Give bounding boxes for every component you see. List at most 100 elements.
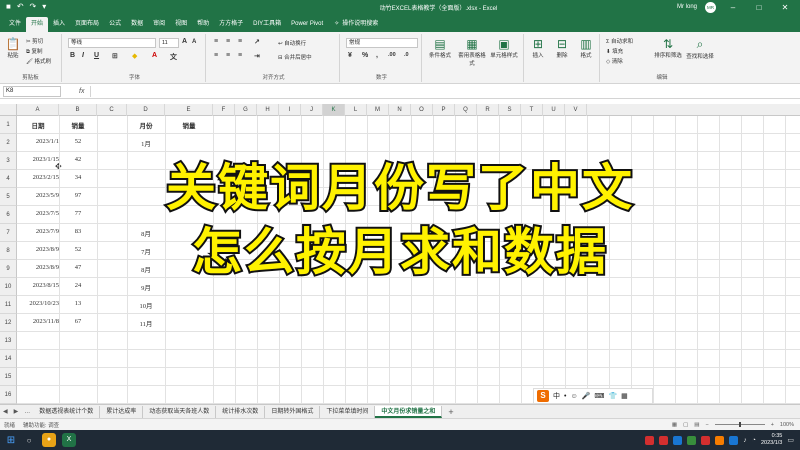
row-header-15[interactable]: 15 — [0, 368, 17, 386]
fx-icon[interactable]: fx — [79, 88, 84, 95]
find-select-button[interactable]: ⌕ 查找和选择 — [686, 37, 714, 60]
sogou-logo[interactable]: S — [537, 390, 549, 402]
clock[interactable]: 0:35 2023/1/3 — [761, 433, 782, 447]
font-color-icon[interactable]: A — [152, 52, 157, 59]
maximize-icon[interactable]: □ — [750, 3, 768, 12]
tab-formulas[interactable]: 公式 — [104, 17, 126, 32]
ime-language[interactable]: 中 — [553, 391, 560, 401]
prev-sheet-icon[interactable]: ◀ — [0, 408, 11, 415]
format-painter-button[interactable]: 🖌 格式刷 — [26, 57, 51, 65]
column-header-v[interactable]: V — [565, 104, 587, 116]
column-header-j[interactable]: J — [301, 104, 323, 116]
percent-icon[interactable]: % — [362, 52, 368, 59]
indent-icon[interactable]: ⇥ — [254, 52, 260, 60]
row-header-13[interactable]: 13 — [0, 332, 17, 350]
tab-page-layout[interactable]: 页面布局 — [70, 17, 104, 32]
delete-cells-button[interactable]: ⊟ 删除 — [550, 37, 574, 59]
tab-power-pivot[interactable]: Power Pivot — [286, 17, 328, 32]
column-header-r[interactable]: R — [477, 104, 499, 116]
column-header-m[interactable]: M — [367, 104, 389, 116]
notification-icon[interactable]: ▭ — [787, 436, 794, 444]
user-avatar[interactable]: MR — [705, 1, 716, 13]
align-left-icon[interactable]: ≡ — [214, 52, 218, 59]
sheet-tab-pivot-count[interactable]: 数据透视表统计个数 — [33, 405, 101, 418]
wrap-text-button[interactable]: ↩ 自动换行 — [278, 39, 306, 47]
column-header-l[interactable]: L — [345, 104, 367, 116]
column-header-e[interactable]: E — [165, 104, 213, 116]
tab-home[interactable]: 开始 — [26, 17, 49, 32]
undo-icon[interactable]: ↶ — [17, 3, 24, 11]
search-icon[interactable]: ○ — [22, 436, 36, 445]
underline-icon[interactable]: U — [94, 52, 99, 59]
merge-center-button[interactable]: ⊟ 合并后居中 — [278, 53, 312, 61]
align-bottom-icon[interactable]: ≡ — [238, 38, 242, 45]
cell-b10[interactable]: 24 — [59, 282, 97, 289]
font-name-select[interactable]: 等线 — [68, 38, 156, 48]
emoji-icon[interactable]: ☺ — [570, 393, 577, 400]
tray-app-icon-1[interactable] — [645, 435, 655, 445]
row-header-1[interactable]: 1 — [0, 116, 17, 134]
align-right-icon[interactable]: ≡ — [238, 52, 242, 59]
column-header-k[interactable]: K — [323, 104, 345, 116]
cell-d12[interactable]: 11月 — [127, 318, 165, 328]
number-format-select[interactable]: 常规 — [346, 38, 418, 48]
volume-icon[interactable]: ♪ — [743, 437, 747, 444]
zoom-in-icon[interactable]: + — [771, 422, 774, 428]
column-header-h[interactable]: H — [257, 104, 279, 116]
column-header-p[interactable]: P — [433, 104, 455, 116]
punctuation-icon[interactable]: • — [564, 393, 566, 400]
clear-button[interactable]: ◇ 清除 — [606, 57, 623, 65]
column-header-f[interactable]: F — [213, 104, 235, 116]
sort-filter-button[interactable]: ⇅ 排序和筛选 — [654, 37, 682, 59]
column-header-b[interactable]: B — [59, 104, 97, 116]
fill-button[interactable]: ⬇ 填充 — [606, 47, 623, 55]
decrease-font-icon[interactable]: A — [192, 39, 196, 45]
row-header-14[interactable]: 14 — [0, 350, 17, 368]
copy-button[interactable]: ⧉ 复制 — [26, 47, 42, 56]
minimize-icon[interactable]: – — [724, 3, 742, 12]
cell-b2[interactable]: 52 — [59, 138, 97, 145]
accessibility-status[interactable]: 辅助功能: 调查 — [23, 421, 59, 429]
tray-app-icon-2[interactable] — [659, 435, 669, 445]
fill-color-icon[interactable]: ◆ — [132, 52, 137, 60]
orientation-icon[interactable]: ↗ — [254, 38, 260, 46]
name-box[interactable]: K8 — [3, 85, 61, 97]
row-header-2[interactable]: 2 — [0, 134, 17, 152]
cell-a12[interactable]: 2023/11/8 — [19, 318, 59, 325]
row-header-16[interactable]: 16 — [0, 386, 17, 404]
tab-view[interactable]: 视图 — [170, 17, 192, 32]
column-header-d[interactable]: D — [127, 104, 165, 116]
zoom-level[interactable]: 100% — [780, 422, 794, 428]
save-icon[interactable]: ■ — [6, 3, 11, 11]
page-break-view-icon[interactable]: ▤ — [694, 422, 699, 428]
tray-app-icon-3[interactable] — [673, 435, 683, 445]
cell-a10[interactable]: 2023/8/15 — [19, 282, 59, 289]
excel-icon[interactable]: X — [62, 433, 76, 447]
toolbox-icon[interactable]: ▦ — [621, 392, 628, 400]
row-header-12[interactable]: 12 — [0, 314, 17, 332]
more-sheets-icon[interactable]: … — [21, 409, 33, 415]
tray-app-icon-7[interactable] — [729, 435, 739, 445]
close-icon[interactable]: ✕ — [776, 3, 794, 12]
zoom-out-icon[interactable]: − — [705, 422, 708, 428]
cell-b12[interactable]: 67 — [59, 318, 97, 325]
tray-app-icon-6[interactable] — [715, 435, 725, 445]
zoom-slider[interactable] — [714, 422, 765, 427]
align-top-icon[interactable]: ≡ — [214, 38, 218, 45]
ime-toolbar[interactable]: S 中 • ☺ 🎤 ⌨ 👕 ▦ — [533, 388, 653, 404]
align-center-icon[interactable]: ≡ — [226, 52, 230, 59]
column-header-t[interactable]: T — [521, 104, 543, 116]
increase-font-icon[interactable]: A — [182, 38, 187, 45]
insert-cells-button[interactable]: ⊞ 插入 — [526, 37, 550, 59]
cell-a2[interactable]: 2023/1/1 — [19, 138, 59, 145]
format-as-table-button[interactable]: ▦ 套用表格格式 — [458, 37, 486, 67]
cell-b1[interactable]: 销量 — [59, 120, 97, 130]
cell-d11[interactable]: 10月 — [127, 300, 165, 310]
cell-d1[interactable]: 月份 — [127, 120, 165, 130]
chrome-icon[interactable]: ● — [42, 433, 56, 447]
sheet-tab-drain-count[interactable]: 统计排水次数 — [216, 405, 266, 418]
cell-d2[interactable]: 1月 — [127, 138, 165, 148]
cell-a1[interactable]: 日期 — [17, 120, 59, 130]
sheet-tab-dynamic-headcount[interactable]: 动态获取当天各班人数 — [143, 405, 217, 418]
tray-app-icon-4[interactable] — [687, 435, 697, 445]
